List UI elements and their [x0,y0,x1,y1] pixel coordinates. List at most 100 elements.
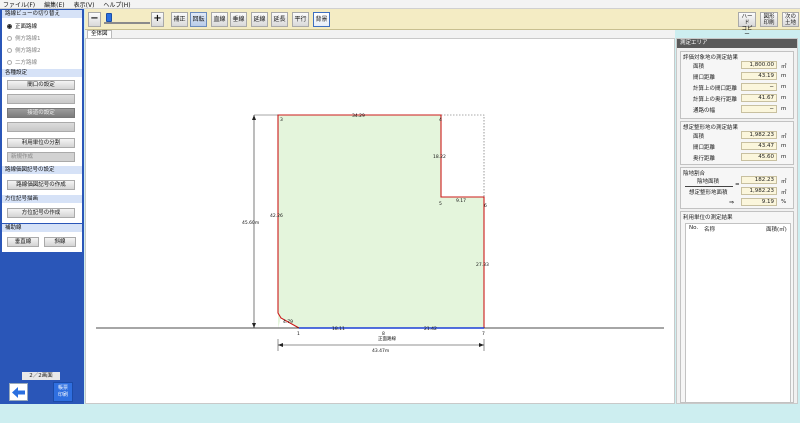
eval-row-path-width: 通路の幅 − m [681,105,793,114]
eval-row-calc-depth: 計算上の奥行距離 41.67 m [681,94,793,103]
next-land-button[interactable]: 次の 土地 [782,12,799,27]
row-label: 面積 [693,64,705,70]
tool-rotate-button[interactable]: 回転 [190,12,207,27]
page-indicator: 2／2画面 [22,372,60,380]
radio-dot-icon [7,35,12,41]
radio-two-way-route[interactable]: 二方路線 [2,56,82,68]
assumed-area-value: 1,982.23 [741,187,777,195]
row-unit: ㎡ [781,134,787,140]
edge-label: 42.26 [270,213,283,219]
aux-line-title: 補助線 [2,224,82,232]
view-switch-options: 正面路線 側方路線1 側方路線2 二方路線 [2,18,82,70]
figure-print-button[interactable]: 図形 印刷 [760,12,778,27]
view-switch-title: 路線ビューの切り替え [2,10,82,18]
tab-overall[interactable]: 全体図 [87,30,112,38]
tool-line-button[interactable]: 直線 [211,12,228,27]
eval-result-group: 評価対象地の測定結果 面積 1,800.00 ㎡ 間口距離 43.19 m 計算上の間口… [680,51,794,119]
menu-bar: ファイル(F) 編集(E) 表示(V) ヘルプ(H) [0,0,800,9]
row-unit: m [781,143,787,149]
zoom-in-button[interactable]: + [151,12,164,27]
tool-perpendicular-button[interactable]: 垂線 [230,12,247,27]
vertex-label: 7 [482,331,485,337]
menu-help[interactable]: ヘルプ(H) [103,0,130,9]
usage-unit-group: 利用単位の測定結果 No. 名称 面積(㎡) [680,211,794,403]
row-label: 通路の幅 [693,108,716,114]
radio-front-route[interactable]: 正面路線 [2,20,82,32]
zoom-slider-thumb[interactable] [106,13,112,22]
radio-dot-icon [7,23,12,29]
eval-row-calc-frontage: 計算上の間口距離 − m [681,83,793,92]
tool-background-button[interactable]: 背景 [313,12,330,27]
route-price-title: 路線価図記号の設定 [2,166,82,174]
row-unit: m [781,106,787,112]
row-value: 1,800.00 [741,61,777,69]
row-label: 計算上の間口距離 [693,86,738,92]
direction-create-button[interactable]: 方位記号の作成 [7,208,75,218]
gap-ratio-value: 9.19 [741,198,777,206]
col-no: No. [689,225,699,231]
eval-row-area: 面積 1,800.00 ㎡ [681,61,793,70]
blank-button[interactable] [7,94,75,104]
edge-label: 34.29 [352,113,365,119]
radio-side-route-1[interactable]: 側方路線1 [2,32,82,44]
vertical-line-button[interactable]: 垂直線 [7,237,39,247]
depth-arrow-bottom [252,323,256,328]
split-usage-button[interactable]: 利用単位の分割 [7,138,75,148]
edge-label: 18.11 [332,326,345,332]
hardcopy-button[interactable]: ハード コピー [738,12,756,38]
row-value: 43.47 [741,142,777,150]
back-button[interactable] [9,383,28,401]
report-print-button[interactable]: 帳票印刷 [53,382,73,402]
row-unit: m [781,84,787,90]
radio-label: 側方路線2 [15,48,41,54]
land-drawing[interactable]: 34.29 18.22 9.17 27.33 21.42 18.11 4.79 … [86,39,674,403]
tool-extend-button[interactable]: 延長 [271,12,288,27]
gap-area-value: 182.23 [741,176,777,184]
zoom-out-button[interactable]: − [88,12,101,27]
tool-extend-line-button[interactable]: 延線 [251,12,268,27]
row-unit: m [781,73,787,79]
frontage-setting-button[interactable]: 間口の設定 [7,80,75,90]
menu-file[interactable]: ファイル(F) [3,0,35,9]
radio-label: 側方路線1 [15,36,41,42]
width-dimension-label: 43.47m [372,348,389,354]
drawing-canvas[interactable]: 34.29 18.22 9.17 27.33 21.42 18.11 4.79 … [85,38,675,404]
usage-unit-title: 利用単位の測定結果 [683,215,733,221]
edge-label: 18.22 [433,154,446,160]
result-arrow-icon: ⇒ [729,199,735,206]
row-unit: ㎡ [781,64,787,70]
gap-ratio-unit: % [781,199,787,205]
col-name: 名称 [704,227,716,233]
menu-edit[interactable]: 編集(E) [44,0,64,9]
zoom-slider-track[interactable] [104,22,150,24]
new-create-button[interactable]: 新規作成 [7,152,75,162]
vertex-label: 6 [484,203,487,209]
tool-parallel-button[interactable]: 平行 [292,12,309,27]
blank-button-2[interactable] [7,122,75,132]
radio-side-route-2[interactable]: 側方路線2 [2,44,82,56]
route-price-create-button[interactable]: 路線価図記号の作成 [7,180,75,190]
land-parcel[interactable] [278,115,484,328]
status-bar [0,404,800,423]
depth-arrow-top [252,115,256,120]
depth-dimension-label: 45.60m [242,220,259,226]
direction-title: 方位記号描画 [2,195,82,203]
toolbar: − + 補正 回転 直線 垂線 延線 延長 平行 背景 ハード コピー 図形 印… [85,9,800,38]
row-label: 面積 [693,134,705,140]
menu-view[interactable]: 表示(V) [74,0,95,9]
assumed-row-frontage: 間口距離 43.47 m [681,142,793,151]
assumed-result-group: 想定整形地の測定結果 面積 1,982.23 ㎡ 間口距離 43.47 m 奥行距離 45… [680,121,794,165]
edge-label: 21.42 [424,326,437,332]
oblique-line-button[interactable]: 斜線 [44,237,76,247]
row-value: − [741,105,777,113]
settings-title: 各種設定 [2,69,82,77]
vertex-label: 3 [280,117,283,123]
edge-label: 27.33 [476,262,489,268]
row-value: 43.19 [741,72,777,80]
usage-unit-table[interactable]: No. 名称 面積(㎡) [685,223,791,403]
contour-setting-button[interactable]: 接道の設定 [7,108,75,118]
arrow-left-icon [12,386,25,398]
tool-correct-button[interactable]: 補正 [171,12,188,27]
assumed-area-unit: ㎡ [781,190,787,196]
fraction-bar [685,186,733,187]
